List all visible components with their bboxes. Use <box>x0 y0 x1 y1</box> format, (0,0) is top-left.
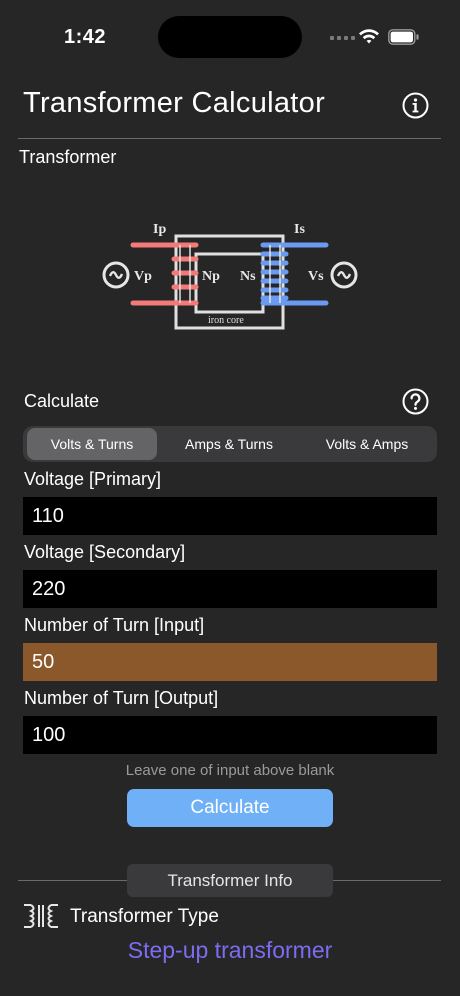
help-icon[interactable] <box>402 388 429 415</box>
calculate-button[interactable]: Calculate <box>127 789 333 827</box>
voltage-secondary-label: Voltage [Secondary] <box>24 542 186 562</box>
status-time: 1:42 <box>64 26 107 48</box>
transformer-symbol-icon <box>24 904 58 928</box>
transformer-diagram: Ip Is Vp Vs Np Ns iron core <box>102 222 358 330</box>
calculate-section-label: Calculate <box>24 391 100 411</box>
label-iron-core: iron core <box>208 315 244 326</box>
info-icon[interactable] <box>402 92 429 119</box>
voltage-primary-input[interactable]: 110 <box>23 497 437 535</box>
label-np: Np <box>202 269 220 284</box>
label-ns: Ns <box>240 269 256 284</box>
label-vp: Vp <box>134 269 152 284</box>
calculation-mode-segmented-control: Volts & Turns Amps & Turns Volts & Amps <box>23 426 437 462</box>
dynamic-island <box>158 16 302 58</box>
transformer-type-result: Step-up transformer <box>127 937 333 963</box>
transformer-type-label: Transformer Type <box>70 906 219 927</box>
page-title: Transformer Calculator <box>23 87 326 119</box>
segment-amps-turns[interactable]: Amps & Turns <box>163 428 295 460</box>
label-ip: Ip <box>153 222 166 237</box>
hint-text: Leave one of input above blank <box>125 762 335 779</box>
label-vs: Vs <box>308 269 324 284</box>
voltage-primary-label: Voltage [Primary] <box>24 469 162 489</box>
turns-output-field[interactable]: 100 <box>23 716 437 754</box>
diagram-section-label: Transformer <box>19 147 117 167</box>
segment-volts-turns[interactable]: Volts & Turns <box>27 428 157 460</box>
header-divider <box>18 138 441 139</box>
turns-input-label: Number of Turn [Input] <box>24 615 205 635</box>
wifi-icon <box>359 29 379 44</box>
transformer-info-tag: Transformer Info <box>127 864 333 897</box>
status-bar: 1:42 <box>0 0 460 80</box>
segment-volts-amps[interactable]: Volts & Amps <box>301 428 433 460</box>
label-is: Is <box>294 222 305 237</box>
turns-output-label: Number of Turn [Output] <box>24 688 219 708</box>
turns-input-field[interactable]: 50 <box>23 643 437 681</box>
battery-icon <box>388 29 419 45</box>
voltage-secondary-input[interactable]: 220 <box>23 570 437 608</box>
cellular-signal-icon <box>330 36 355 40</box>
